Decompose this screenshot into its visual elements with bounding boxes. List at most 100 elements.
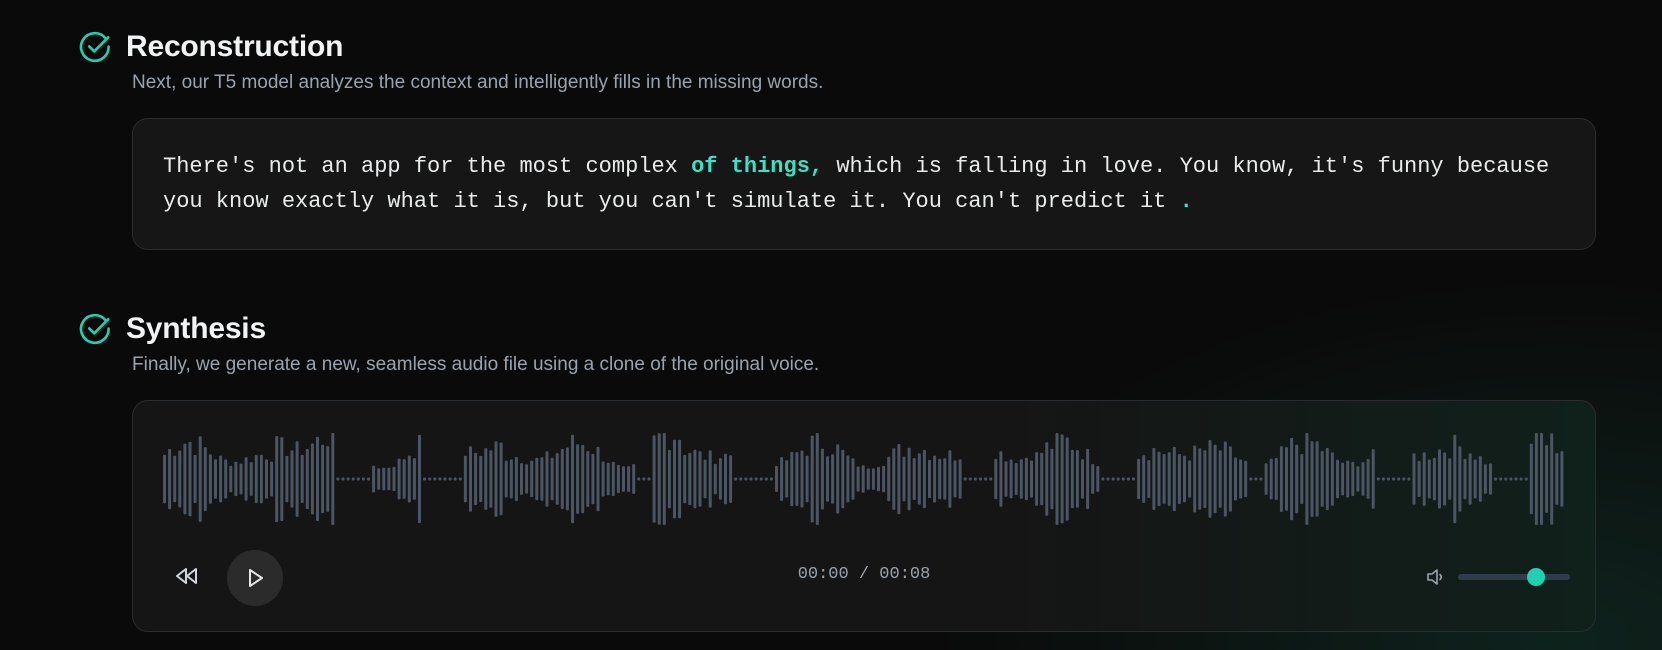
waveform-bar (912, 458, 916, 500)
waveform-bar (1325, 448, 1329, 510)
waveform-bar (1060, 434, 1064, 524)
waveform-bar (994, 458, 998, 500)
waveform-bar (560, 448, 564, 509)
waveform-bar (703, 459, 707, 499)
waveform-bar (163, 454, 166, 504)
waveform-bar (1198, 448, 1202, 510)
waveform-bar (815, 433, 819, 525)
waveform-bar (1218, 450, 1222, 508)
waveform-bar (1203, 450, 1207, 508)
waveform-bar (453, 477, 457, 481)
waveform-bar (1422, 452, 1426, 506)
waveform-bar (1540, 433, 1543, 525)
waveform-bar (734, 477, 738, 481)
waveform-bar (1188, 460, 1192, 498)
waveform-bar (387, 467, 391, 491)
waveform-bar (576, 444, 580, 514)
waveform-bar (397, 458, 401, 500)
waveform-bar (963, 477, 967, 481)
volume-icon[interactable] (1425, 566, 1447, 588)
waveform-bar (958, 459, 962, 499)
waveform-bar (249, 462, 253, 496)
waveform-bar (1453, 434, 1457, 524)
waveform-bar (591, 453, 595, 505)
waveform-bar (448, 477, 452, 481)
waveform-bar (1106, 477, 1110, 481)
waveform-bar (525, 464, 529, 494)
waveform-bar (382, 467, 386, 491)
waveform-bar (1264, 463, 1268, 495)
waveform-bar (754, 477, 758, 481)
waveform-bar (831, 454, 835, 504)
reconstruction-header: Reconstruction (78, 30, 343, 64)
waveform-bar (316, 436, 319, 522)
waveform-bar (1152, 447, 1156, 510)
waveform-bar (989, 477, 993, 481)
waveform-bar (259, 454, 263, 504)
waveform-bar (1438, 449, 1441, 509)
volume-slider[interactable] (1458, 568, 1570, 586)
waveform-bar (836, 444, 840, 514)
waveform-bar (973, 477, 977, 481)
waveform-bar (887, 456, 891, 502)
waveform-bar (642, 477, 646, 481)
waveform-bar (1269, 458, 1273, 500)
waveform-bar (254, 454, 258, 504)
waveform-bar (1392, 477, 1396, 481)
waveform-bar (484, 448, 488, 510)
waveform-bar (1427, 459, 1431, 499)
waveform-bar (1014, 463, 1018, 495)
waveform-bar (928, 459, 931, 499)
waveform-bar (1407, 477, 1411, 481)
waveform-bar (1132, 477, 1135, 481)
waveform-bar (1473, 459, 1477, 499)
waveform-bar (290, 450, 294, 508)
waveform-bar (1075, 450, 1079, 508)
waveform-bar (662, 433, 666, 525)
waveform-bar (1065, 437, 1069, 521)
waveform-bar (1320, 451, 1324, 507)
waveform-bar (514, 457, 518, 501)
waveform-bar (698, 451, 702, 507)
waveform-bar (652, 435, 656, 523)
waveform-bar (173, 455, 177, 503)
waveform-bar (1070, 449, 1074, 509)
waveform-bar (1443, 452, 1447, 506)
waveform-bar (198, 436, 202, 522)
waveform-bar (1295, 444, 1299, 514)
waveform-bar (713, 463, 717, 495)
waveform-bar (1208, 440, 1212, 518)
waveform-bar (1494, 477, 1498, 481)
waveform-bar (1336, 459, 1339, 499)
waveform-bar (1111, 477, 1115, 481)
section-title: Reconstruction (126, 30, 344, 63)
waveform-bar (1300, 454, 1304, 504)
waveform-bar (917, 453, 921, 505)
waveform-bar (474, 452, 478, 506)
waveform-bar (208, 454, 212, 504)
waveform-bar (265, 459, 268, 499)
waveform-bar (601, 461, 605, 497)
waveform[interactable] (163, 429, 1567, 529)
waveform-bar (219, 455, 223, 503)
waveform-bar (1285, 447, 1288, 511)
waveform-bar (1504, 477, 1508, 481)
waveform-bar (1402, 477, 1406, 481)
waveform-bar (1040, 452, 1044, 506)
check-circle-icon (79, 31, 110, 62)
waveform-bar (1274, 458, 1278, 500)
time-display: 00:00 / 00:08 (797, 565, 931, 584)
waveform-bar (984, 477, 988, 481)
waveform-bar (871, 468, 875, 490)
waveform-bar (1376, 477, 1380, 481)
waveform-bar (1024, 457, 1028, 501)
waveform-bar (509, 459, 513, 499)
waveform-bar (392, 466, 396, 492)
waveform-bar (943, 458, 947, 500)
waveform-bar (1310, 441, 1314, 517)
waveform-bar (1448, 458, 1452, 500)
waveform-bar (953, 460, 957, 498)
waveform-bar (1172, 446, 1176, 512)
waveform-bar (1183, 455, 1186, 503)
waveform-bar (1121, 477, 1125, 481)
